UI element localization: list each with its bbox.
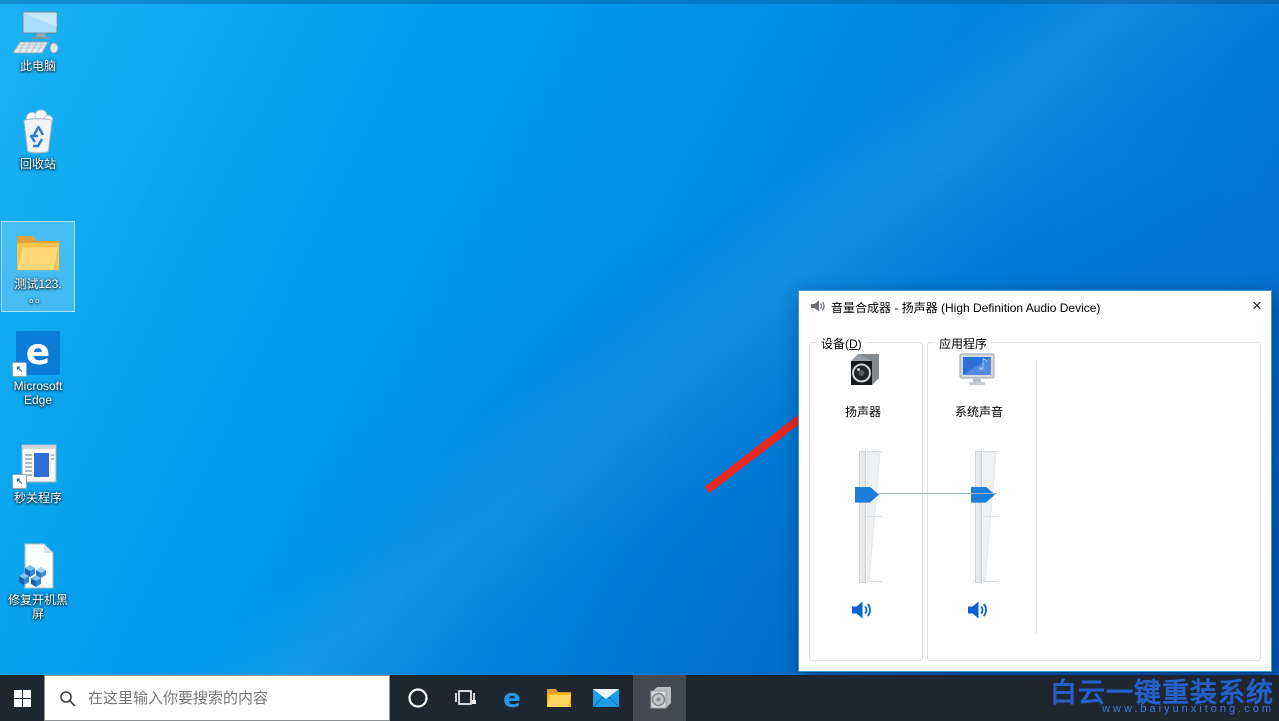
master-level-link-line [877,493,997,494]
device-label-post: ) [858,337,862,351]
window-title: 音量合成器 - 扬声器 (High Definition Audio Devic… [831,299,1100,316]
slider-tick-mid [983,516,998,517]
window-titlebar[interactable]: 音量合成器 - 扬声器 (High Definition Audio Devic… [799,291,1271,321]
desktop-icon-fix-boot-black-screen[interactable]: 修复开机黑 屏 [0,542,76,621]
slider-wedge [867,452,882,582]
system-sounds-icon[interactable]: ♪ [956,351,1002,398]
icon-label-line2: 。。 [2,291,74,305]
icon-label-line2: 屏 [0,607,76,621]
slider-tick-top [867,451,882,452]
slider-track[interactable] [975,451,982,583]
recycle-bin-icon [0,106,76,154]
this-pc-icon [0,8,76,56]
svg-text:e: e [26,332,50,373]
cortana-button[interactable] [394,675,441,721]
device-group-label: 设备(D) [817,335,866,352]
window-speaker-icon [810,299,825,318]
taskbar: e [0,675,1279,721]
slider-tick-top [983,451,998,452]
svg-text:♪: ♪ [978,355,989,375]
task-view-button[interactable] [441,675,488,721]
taskbar-file-explorer-button[interactable] [535,675,582,721]
icon-label: 此电脑 [0,59,76,73]
cortana-icon [407,687,429,709]
folder-icon [2,226,74,274]
windows-logo-icon [14,690,31,707]
desktop-icon-microsoft-edge[interactable]: e ↖ Microsoft Edge [0,328,76,407]
file-explorer-icon [545,686,573,710]
task-view-icon [453,687,477,709]
desktop-icon-folder-test123[interactable]: 测试123. 。。 [2,222,74,311]
desktop-icon-this-pc[interactable]: 此电脑 [0,8,76,73]
channel-label-speakers: 扬声器 [808,403,918,420]
search-input[interactable] [86,689,389,708]
speaker-device-icon[interactable] [843,351,883,398]
taskbar-search[interactable] [44,675,390,721]
taskbar-edge-button[interactable]: e [488,675,535,721]
screen-top-edge-strip [0,0,1279,4]
channel-label-system-sounds: 系统声音 [924,403,1034,420]
taskbar-mail-button[interactable] [582,675,629,721]
slider-track[interactable] [859,451,866,583]
desktop: 此电脑 回收站 测试123. [0,0,1279,721]
device-label-pre: 设备( [821,337,849,351]
icon-label: 秒关程序 [0,491,76,505]
icon-label: Microsoft [0,379,76,393]
application-column-divider [1036,361,1037,634]
device-label-key: D [849,337,858,351]
slider-wedge [983,452,998,582]
registry-file-icon [0,542,76,590]
taskbar-volume-mixer-button-active[interactable] [633,675,686,721]
volume-mixer-window: 音量合成器 - 扬声器 (High Definition Audio Devic… [798,290,1272,672]
mute-button-speakers[interactable] [850,599,876,623]
slider-tick-bottom [867,581,882,582]
mute-button-system-sounds[interactable] [966,599,992,623]
icon-label: 修复开机黑 [0,593,76,607]
volume-slider-speakers[interactable] [846,451,890,583]
icon-label-line2: Edge [0,393,76,407]
shortcut-arrow-icon: ↖ [12,474,27,489]
edge-icon: e ↖ [0,328,76,376]
shortcut-arrow-icon: ↖ [12,362,27,377]
search-icon [59,690,76,707]
app-window-icon: ↖ [0,440,76,488]
start-button[interactable] [0,675,44,721]
icon-label: 回收站 [0,157,76,171]
volume-slider-system-sounds[interactable] [962,451,1006,583]
mail-icon [592,687,620,709]
close-button[interactable]: × [1245,295,1269,317]
icon-label: 测试123. [2,277,74,291]
applications-group-label: 应用程序 [935,335,991,352]
desktop-icon-miaoguan-chengxu[interactable]: ↖ 秒关程序 [0,440,76,505]
desktop-icon-recycle-bin[interactable]: 回收站 [0,106,76,171]
slider-tick-mid [867,516,882,517]
edge-icon: e [497,683,527,713]
svg-text:e: e [503,684,521,713]
speaker-app-icon [646,684,674,712]
slider-tick-bottom [983,581,998,582]
